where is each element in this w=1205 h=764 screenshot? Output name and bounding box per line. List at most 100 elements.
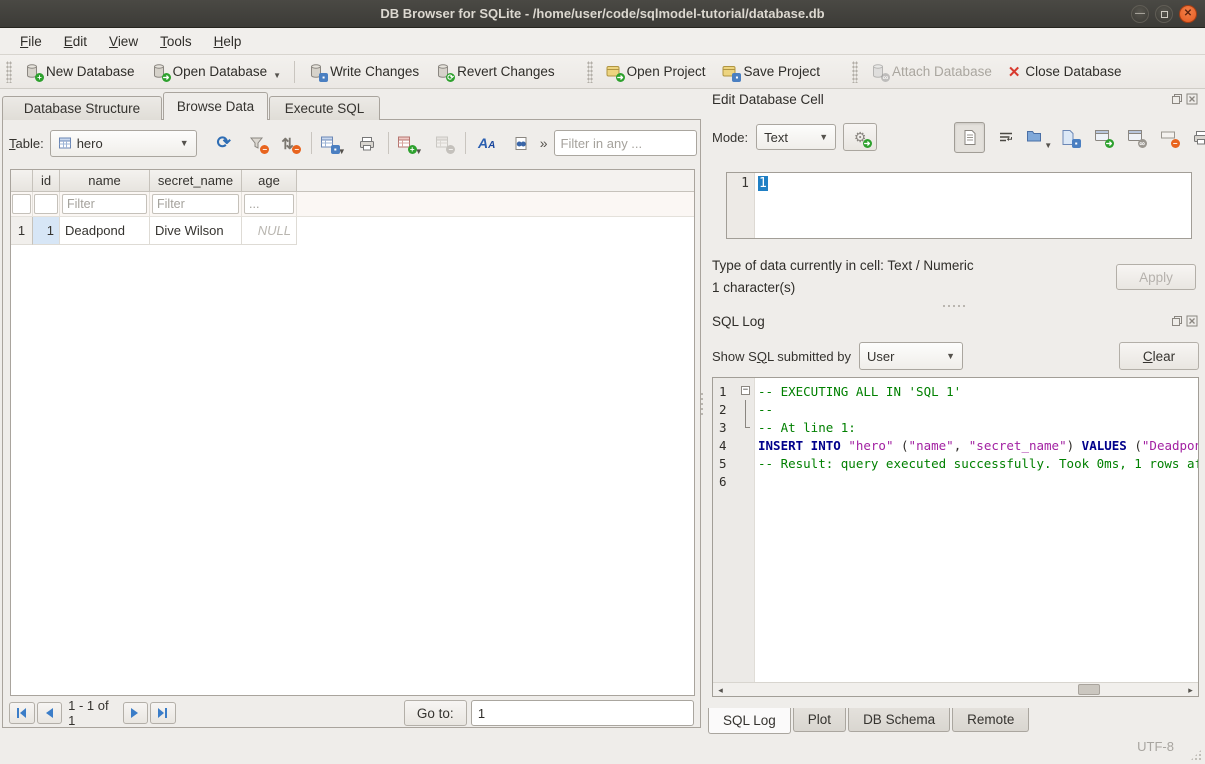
row-header[interactable]: 1 — [11, 217, 33, 245]
sql-log-editor[interactable]: 1 − -- EXECUTING ALL IN 'SQL 1' 2 -- 3 -… — [712, 377, 1199, 697]
titlebar[interactable]: DB Browser for SQLite - /home/user/code/… — [0, 0, 1205, 28]
toolbar-overflow-chevron[interactable]: » — [540, 135, 548, 151]
attach-database-icon: ∞ — [870, 63, 887, 80]
table-row: 1 1 Deadpond Dive Wilson NULL — [11, 217, 694, 245]
float-dock-icon[interactable] — [1171, 315, 1183, 327]
scroll-right-icon[interactable]: ▸ — [1184, 684, 1197, 696]
import-data-button[interactable]: ▼ — [1027, 124, 1051, 150]
first-page-button[interactable] — [9, 702, 35, 724]
tab-browse-data[interactable]: Browse Data — [163, 92, 268, 120]
toolbar-drag-handle[interactable] — [6, 61, 12, 83]
print-cell-button[interactable] — [1189, 124, 1205, 150]
gear-icon: ⚙➜ — [852, 129, 869, 146]
maximize-button[interactable] — [1155, 5, 1173, 23]
delete-record-button[interactable]: − — [431, 130, 457, 156]
external-window-icon: ➜ — [1094, 129, 1111, 146]
scroll-left-icon[interactable]: ◂ — [714, 684, 727, 696]
goto-input[interactable] — [471, 700, 694, 726]
menu-file[interactable]: File — [10, 31, 52, 52]
dock-tab-plot[interactable]: Plot — [793, 708, 846, 732]
insert-record-icon: + — [397, 135, 414, 152]
tab-database-structure[interactable]: Database Structure — [2, 96, 162, 120]
horizontal-scrollbar[interactable]: ◂ ▸ — [713, 682, 1198, 696]
close-database-icon: ✕ — [1008, 63, 1021, 81]
record-range-text: 1 - 1 of 1 — [68, 698, 118, 728]
word-wrap-button[interactable] — [994, 124, 1018, 150]
minimize-button[interactable]: — — [1131, 5, 1149, 23]
menu-edit[interactable]: Edit — [54, 31, 97, 52]
goto-button[interactable]: Go to: — [404, 700, 467, 726]
table-combo[interactable]: hero ▼ — [50, 130, 197, 157]
open-database-dropdown-icon[interactable]: ▼ — [273, 71, 281, 80]
print-records-button[interactable] — [354, 130, 380, 156]
dock-tab-remote[interactable]: Remote — [952, 708, 1029, 732]
menu-help[interactable]: Help — [204, 31, 252, 52]
prev-page-button[interactable] — [37, 702, 63, 724]
dock-tab-sql-log[interactable]: SQL Log — [708, 708, 791, 734]
mode-label: Mode: — [712, 130, 748, 145]
mode-combo[interactable]: Text▼ — [756, 124, 836, 150]
attach-database-button[interactable]: ∞ Attach Database — [862, 59, 1000, 84]
filter-input-age[interactable] — [244, 194, 294, 214]
filter-input-name[interactable] — [62, 194, 147, 214]
column-header-age[interactable]: age — [242, 170, 297, 192]
export-data-button[interactable]: ▪ — [1057, 124, 1081, 150]
apply-button[interactable]: Apply — [1116, 264, 1196, 290]
cell-id[interactable]: 1 — [33, 217, 60, 245]
copy-record-button[interactable]: ▪ ▼ — [320, 130, 346, 156]
new-database-button[interactable]: + New Database — [16, 59, 143, 84]
refresh-button[interactable]: ⟳ — [211, 130, 237, 156]
column-header-secret-name[interactable]: secret_name — [150, 170, 242, 192]
menu-tools[interactable]: Tools — [150, 31, 202, 52]
edit-display-format-button[interactable]: AA — [474, 130, 500, 156]
float-dock-icon[interactable] — [1171, 93, 1183, 105]
column-header-id[interactable]: id — [33, 170, 60, 192]
cell-editor[interactable]: 1 1 — [726, 172, 1192, 239]
close-dock-icon[interactable] — [1186, 315, 1198, 327]
cell-name[interactable]: Deadpond — [60, 217, 150, 245]
close-dock-icon[interactable] — [1186, 93, 1198, 105]
insert-record-button[interactable]: + ▼ — [397, 130, 423, 156]
auto-switch-mode-button[interactable]: ⚙➜ — [843, 123, 877, 151]
set-null-icon: − — [1160, 129, 1177, 146]
close-button[interactable]: ✕ — [1179, 5, 1197, 23]
clear-sorting-button[interactable]: ⇅− — [277, 130, 303, 156]
filter-any-input[interactable] — [554, 130, 697, 156]
revert-changes-button[interactable]: ⟳ Revert Changes — [427, 59, 563, 84]
filter-input-id-rownum[interactable] — [12, 194, 31, 214]
save-project-button[interactable]: ▪ Save Project — [713, 59, 828, 84]
dock-splitter-handle[interactable] — [943, 305, 965, 307]
clear-filters-button[interactable]: − — [245, 130, 271, 156]
cell-secret-name[interactable]: Dive Wilson — [150, 217, 242, 245]
import-dropdown-icon[interactable]: ▼ — [1044, 141, 1052, 150]
minimize-icon: — — [1135, 9, 1145, 19]
last-page-button[interactable] — [150, 702, 176, 724]
open-project-button[interactable]: ➜ Open Project — [597, 59, 714, 84]
close-database-button[interactable]: ✕ Close Database — [1000, 59, 1130, 85]
open-link-button[interactable]: ∞ — [1123, 124, 1147, 150]
dock-tab-db-schema[interactable]: DB Schema — [848, 708, 950, 732]
column-header-name[interactable]: name — [60, 170, 150, 192]
filter-input-id[interactable] — [34, 194, 58, 214]
toolbar-drag-handle[interactable] — [852, 61, 858, 83]
find-in-cells-button[interactable] — [508, 130, 534, 156]
filter-input-secret-name[interactable] — [152, 194, 239, 214]
fold-margin[interactable]: − — [739, 382, 755, 400]
set-null-button[interactable]: − — [1156, 124, 1180, 150]
next-page-button[interactable] — [123, 702, 149, 724]
clear-sort-icon: ⇅− — [281, 135, 298, 152]
menu-view[interactable]: View — [99, 31, 148, 52]
save-project-icon: ▪ — [721, 63, 738, 80]
submitted-by-combo[interactable]: User▼ — [859, 342, 963, 370]
corner-header[interactable] — [11, 170, 33, 192]
clear-button[interactable]: Clear — [1119, 342, 1199, 370]
open-external-button[interactable]: ➜ — [1090, 124, 1114, 150]
tab-execute-sql[interactable]: Execute SQL — [269, 96, 380, 120]
fold-collapse-icon[interactable]: − — [741, 386, 750, 395]
write-changes-button[interactable]: ▪ Write Changes — [300, 59, 427, 84]
cell-age[interactable]: NULL — [242, 217, 297, 245]
open-database-button[interactable]: ➜ Open Database ▼ — [143, 59, 290, 84]
toolbar-drag-handle[interactable] — [587, 61, 593, 83]
text-mode-button[interactable] — [954, 122, 985, 153]
scrollbar-thumb[interactable] — [1078, 684, 1100, 695]
